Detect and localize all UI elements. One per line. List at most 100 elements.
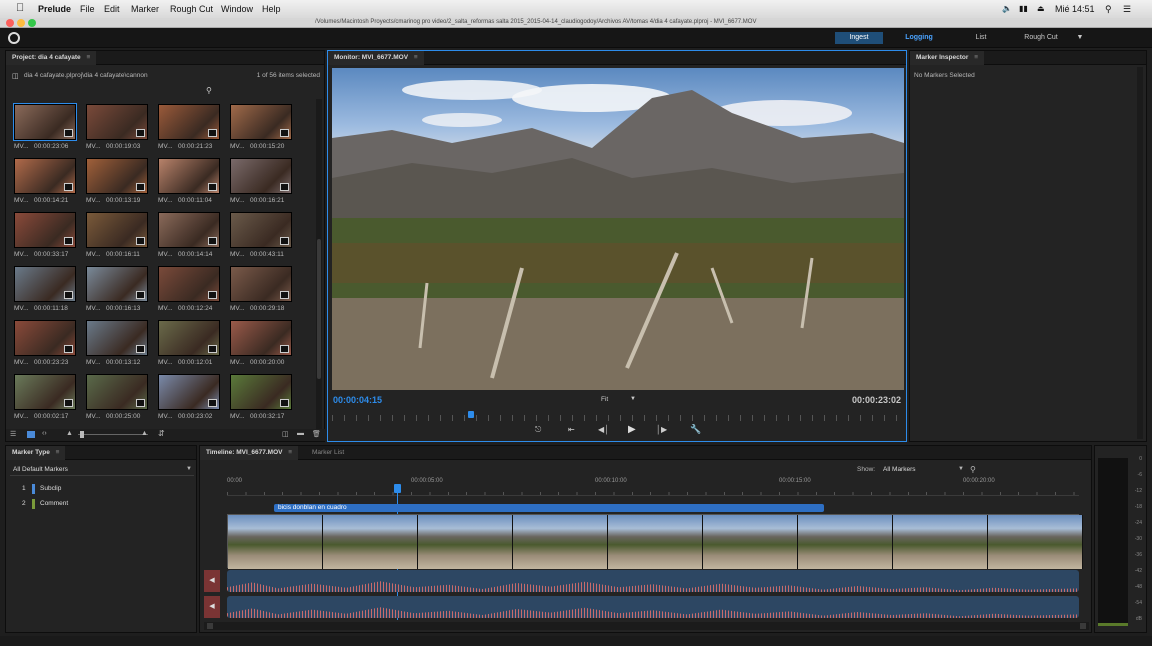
monitor-playhead[interactable] (468, 411, 475, 418)
clip-thumbnail[interactable] (158, 104, 220, 140)
zoom-select[interactable]: Fit (601, 396, 608, 403)
eject-icon[interactable]: ⏏ (1037, 4, 1045, 13)
go-to-in-icon[interactable]: ⇤ (568, 425, 575, 434)
play-icon[interactable]: ▶ (628, 424, 636, 435)
step-back-icon[interactable]: ◀│ (598, 425, 609, 434)
scroll-right-handle[interactable] (1080, 623, 1086, 629)
zoom-chevron-down-icon[interactable]: ▼ (630, 396, 636, 402)
search-icon[interactable]: ⚲ (206, 86, 212, 95)
menu-file[interactable]: File (80, 4, 95, 14)
menu-window[interactable]: Window (221, 4, 253, 14)
clip-name-label: MV... (86, 197, 101, 204)
sort-icon[interactable]: ⇵ (158, 429, 165, 438)
spotlight-icon[interactable]: ⚲ (1105, 4, 1112, 15)
clip-thumbnail[interactable] (14, 374, 76, 410)
creative-cloud-icon[interactable] (8, 32, 20, 44)
trash-icon[interactable]: 🗑 (312, 430, 321, 438)
marker-type-item[interactable]: 2 Comment (6, 497, 198, 511)
timeline-ruler[interactable]: 00:00 00:00:05:00 00:00:10:00 00:00:15:00 00… (227, 478, 1079, 496)
clip-thumbnail[interactable] (86, 212, 148, 248)
timeline-search-icon[interactable]: ⚲ (970, 465, 976, 474)
apple-icon[interactable]:  (16, 2, 24, 14)
menu-help[interactable]: Help (262, 4, 281, 14)
show-filter-select[interactable]: All Markers (883, 466, 916, 473)
clip-thumbnail[interactable] (158, 158, 220, 194)
menu-clock[interactable]: Mié 14:51 (1055, 4, 1095, 14)
project-scrollbar[interactable] (316, 99, 322, 429)
mini-time-ruler[interactable] (332, 411, 904, 421)
timeline-scrollbar[interactable] (204, 622, 1089, 630)
clip-name-label: MV... (158, 359, 173, 366)
clip-thumbnail[interactable] (158, 212, 220, 248)
notification-center-icon[interactable]: ☰ (1123, 4, 1131, 15)
subclip-marker-bar[interactable]: bicis donblan en cuadro (274, 504, 824, 512)
new-bin-icon[interactable]: ◫ (282, 430, 289, 438)
clip-thumbnail[interactable] (158, 374, 220, 410)
clip-thumbnail[interactable] (86, 374, 148, 410)
clip-thumbnail[interactable] (86, 266, 148, 302)
timeline-playhead[interactable] (394, 484, 402, 493)
menu-app-name[interactable]: Prelude (38, 4, 71, 14)
clip-thumbnail[interactable] (13, 103, 77, 141)
video-preview[interactable] (332, 68, 904, 390)
clip-thumbnail[interactable] (230, 374, 292, 410)
tab-marker-list[interactable]: Marker List (306, 446, 350, 460)
folder-new-icon[interactable]: ▬ (297, 430, 304, 437)
marker-filter-dropdown[interactable]: All Default Markers ▼ (10, 464, 194, 476)
clip-thumbnail[interactable] (158, 320, 220, 356)
icon-view-icon[interactable] (27, 431, 35, 438)
scroll-left-handle[interactable] (207, 623, 213, 629)
show-filter-chevron-icon[interactable]: ▼ (958, 466, 964, 472)
clip-thumbnail[interactable] (14, 320, 76, 356)
clip-thumbnail[interactable] (230, 104, 292, 140)
marker-type-item[interactable]: 1 Subclip (6, 482, 198, 496)
clip-thumbnail[interactable] (230, 158, 292, 194)
tab-monitor[interactable]: Monitor: MVI_6677.MOV ≡ (328, 51, 424, 65)
project-scrollbar-thumb[interactable] (317, 239, 321, 379)
export-icon[interactable]: ⎋ (535, 425, 541, 435)
battery-icon[interactable]: ▮▮ (1019, 4, 1028, 13)
clip-thumbnail[interactable] (86, 104, 148, 140)
tab-marker-type[interactable]: Marker Type ≡ (6, 446, 66, 460)
tab-timeline[interactable]: Timeline: MVI_6677.MOV ≡ (200, 446, 299, 460)
inspector-scrollbar[interactable] (1137, 67, 1143, 439)
clip-thumbnail[interactable] (230, 212, 292, 248)
volume-icon[interactable]: 🔈 (1002, 4, 1012, 13)
mode-list[interactable]: List (957, 32, 1005, 44)
monitor-panel: Monitor: MVI_6677.MOV ≡ 00:00:04:15 00:0… (327, 50, 907, 442)
clip-thumbnail[interactable] (14, 212, 76, 248)
audio-track-1[interactable] (227, 570, 1079, 592)
workspace-menu-chevron-icon[interactable]: ▼ (1074, 32, 1086, 44)
settings-wrench-icon[interactable]: 🔧 (690, 424, 701, 435)
clip-thumbnail[interactable] (14, 266, 76, 302)
thumbnail-size-slider[interactable] (78, 434, 148, 435)
menu-marker[interactable]: Marker (131, 4, 159, 14)
clip-thumbnail[interactable] (86, 158, 148, 194)
list-view-icon[interactable]: ☰ (10, 430, 16, 438)
audio-track-1-toggle[interactable]: ◀ (204, 570, 220, 592)
clip-thumbnail[interactable] (14, 158, 76, 194)
menu-rough-cut[interactable]: Rough Cut (170, 4, 213, 14)
audio-track-2-toggle[interactable]: ◀ (204, 596, 220, 618)
clip-thumbnail[interactable] (86, 320, 148, 356)
zoom-out-icon[interactable]: ▲ (66, 430, 73, 437)
menu-edit[interactable]: Edit (104, 4, 120, 14)
zoom-window-button[interactable] (28, 19, 36, 27)
mode-rough-cut[interactable]: Rough Cut (1017, 32, 1065, 44)
clip-thumbnail[interactable] (158, 266, 220, 302)
close-window-button[interactable] (6, 19, 14, 27)
current-timecode[interactable]: 00:00:04:15 (333, 395, 382, 405)
tab-project[interactable]: Project: dia 4 cafayate ≡ (6, 51, 97, 65)
tab-marker-inspector[interactable]: Marker Inspector ≡ (910, 51, 984, 65)
step-forward-icon[interactable]: │▶ (656, 425, 667, 434)
audio-track-2[interactable] (227, 596, 1079, 618)
video-track[interactable] (227, 514, 1083, 569)
clip-thumbnail[interactable] (230, 320, 292, 356)
mode-logging[interactable]: Logging (895, 32, 943, 44)
thumbnail-size-handle[interactable] (80, 431, 84, 438)
minimize-window-button[interactable] (17, 19, 25, 27)
clip-thumbnail[interactable] (230, 266, 292, 302)
zoom-in-icon[interactable]: ▲ (141, 430, 148, 437)
mode-ingest[interactable]: Ingest (835, 32, 883, 44)
code-view-icon[interactable]: ‹› (42, 430, 47, 437)
